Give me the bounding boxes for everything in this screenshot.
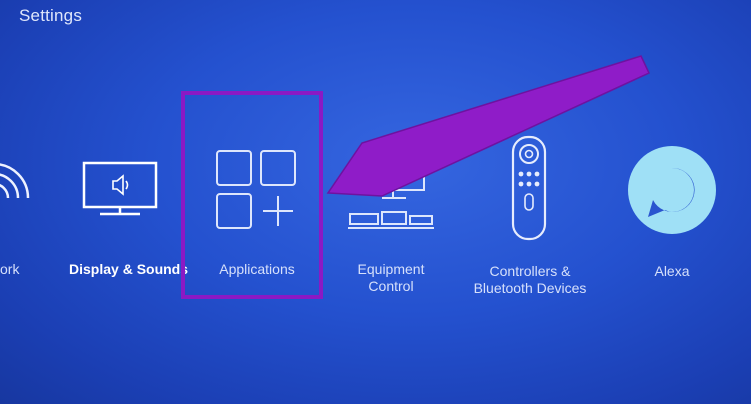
arrow-annotation <box>326 55 651 197</box>
